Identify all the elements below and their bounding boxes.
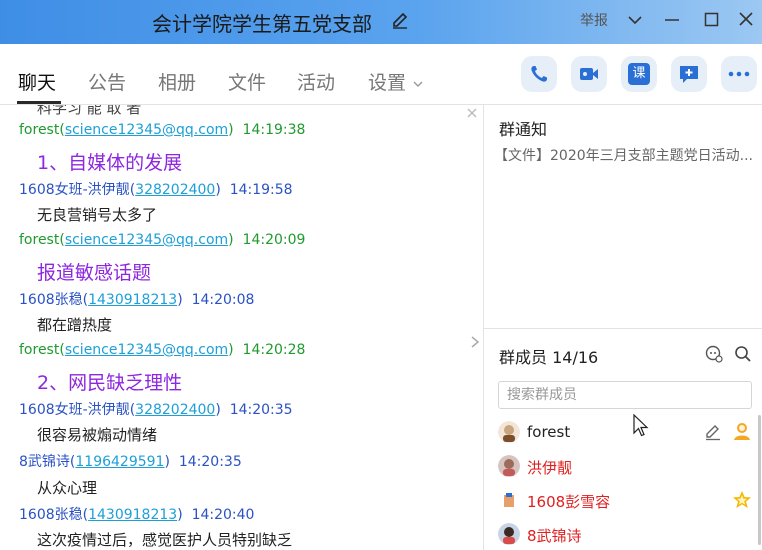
active-tab-indicator [17,101,61,104]
message-text: 很容易被煽动情绪 [37,426,158,444]
message-text: 都在蹭热度 [37,316,113,334]
video-icon [580,68,598,80]
message-time: 14:20:40 [191,507,255,523]
message-text: 从众心理 [37,479,98,497]
phone-call-button[interactable] [521,56,557,92]
message-time: 14:20:09 [242,232,306,248]
message-header: 8武锦诗(1196429591) 14:20:35 [19,454,242,470]
report-button[interactable]: 举报 [580,10,608,30]
class-icon: 课 [628,63,650,85]
tab-files[interactable]: 文件 [228,68,266,95]
message-header: 1608张稳(1430918213) 14:20:40 [19,507,255,523]
mouse-cursor-icon [633,414,649,437]
minimize-icon[interactable] [664,18,680,22]
group-title: 会计学院学生第五党支部 [152,12,372,36]
message-time: 14:19:38 [242,122,306,138]
star-badge-icon [733,491,751,508]
avatar [498,489,520,511]
tab-settings[interactable]: 设置 [368,68,424,95]
message-header: 1608张稳(1430918213) 14:20:08 [19,292,255,308]
message-time: 14:19:58 [229,182,293,198]
sender-qq-link[interactable]: 328202400 [135,182,215,198]
avatar [498,421,520,443]
more-button[interactable] [721,56,757,92]
tab-album[interactable]: 相册 [158,68,196,95]
phone-icon [531,66,547,82]
message-time: 14:20:08 [191,292,255,308]
search-icon[interactable] [734,345,752,363]
add-chat-button[interactable] [671,56,707,92]
tab-activity[interactable]: 活动 [297,68,335,95]
add-chat-icon [680,66,698,83]
sender-qq-link[interactable]: 1430918213 [88,292,177,308]
avatar [498,455,520,477]
message-time: 14:20:35 [178,454,242,470]
member-search-input[interactable]: 搜索群成员 [498,381,752,409]
group-sidebar: 群通知 【文件】2020年三月支部主题党日活动... 群成员 14/16 搜索群… [484,105,762,550]
member-settings-icon[interactable] [705,345,723,363]
message-header: forest(science12345@qq.com) 14:19:38 [19,122,306,138]
avatar [498,523,520,545]
member-name: 洪伊靓 [527,459,573,477]
message-text: 2、网民缺乏理性 [37,372,183,394]
partial-message: 科学习 能 取 者 [37,105,142,117]
sender-name: 1608女班-洪伊靓 [19,182,130,198]
chevron-down-icon [413,81,423,87]
collapse-sidebar-toggle[interactable] [466,300,484,384]
divider [484,328,762,329]
owner-badge-icon [734,423,750,440]
sender-name: 1608张稳 [19,292,83,308]
message-time: 14:20:35 [229,402,293,418]
member-name: forest [527,423,571,441]
sender-qq-link[interactable]: science12345@qq.com [65,122,228,138]
message-header: 1608女班-洪伊靓(328202400) 14:20:35 [19,402,293,418]
sender-name: forest [19,122,60,138]
maximize-icon[interactable] [704,12,720,28]
tab-settings-label: 设置 [368,72,407,94]
more-icon [728,71,750,77]
message-header: 1608女班-洪伊靓(328202400) 14:19:58 [19,182,293,198]
sender-name: 8武锦诗 [19,454,70,470]
sender-qq-link[interactable]: 328202400 [135,402,215,418]
notice-text[interactable]: 【文件】2020年三月支部主题党日活动... [494,145,759,165]
sender-name: 1608张稳 [19,507,83,523]
message-header: forest(science12345@qq.com) 14:20:28 [19,342,306,358]
tab-chat[interactable]: 聊天 [18,68,56,95]
message-text: 报道敏感话题 [37,262,152,284]
chevron-down-icon[interactable] [627,14,643,26]
member-list-scrollbar[interactable] [758,415,761,545]
close-icon[interactable] [466,107,478,119]
class-button[interactable]: 课 [621,56,657,92]
member-name: 1608彭雪容 [527,493,611,511]
chevron-right-icon [471,336,480,348]
message-text: 这次疫情过后，感觉医护人员特别缺乏 [37,531,293,549]
sender-qq-link[interactable]: science12345@qq.com [65,232,228,248]
edit-title-icon[interactable] [391,11,409,29]
message-time: 14:20:28 [242,342,306,358]
close-icon[interactable] [738,11,754,27]
sender-qq-link[interactable]: 1196429591 [75,454,164,470]
sender-name: 1608女班-洪伊靓 [19,402,130,418]
sender-name: forest [19,342,60,358]
sender-qq-link[interactable]: science12345@qq.com [65,342,228,358]
members-title: 群成员 14/16 [499,348,599,367]
sender-qq-link[interactable]: 1430918213 [88,507,177,523]
tab-announcement[interactable]: 公告 [88,68,126,95]
notice-title: 群通知 [499,120,548,139]
message-text: 1、自媒体的发展 [37,152,183,174]
video-call-button[interactable] [571,56,607,92]
message-text: 无良营销号太多了 [37,206,158,224]
sender-name: forest [19,232,60,248]
edit-icon[interactable] [704,423,722,441]
message-header: forest(science12345@qq.com) 14:20:09 [19,232,306,248]
member-name: 8武锦诗 [527,527,582,545]
title-bar: 会计学院学生第五党支部 举报 [0,0,762,44]
chat-area[interactable]: 科学习 能 取 者 forest(science12345@qq.com) 14… [0,105,484,550]
